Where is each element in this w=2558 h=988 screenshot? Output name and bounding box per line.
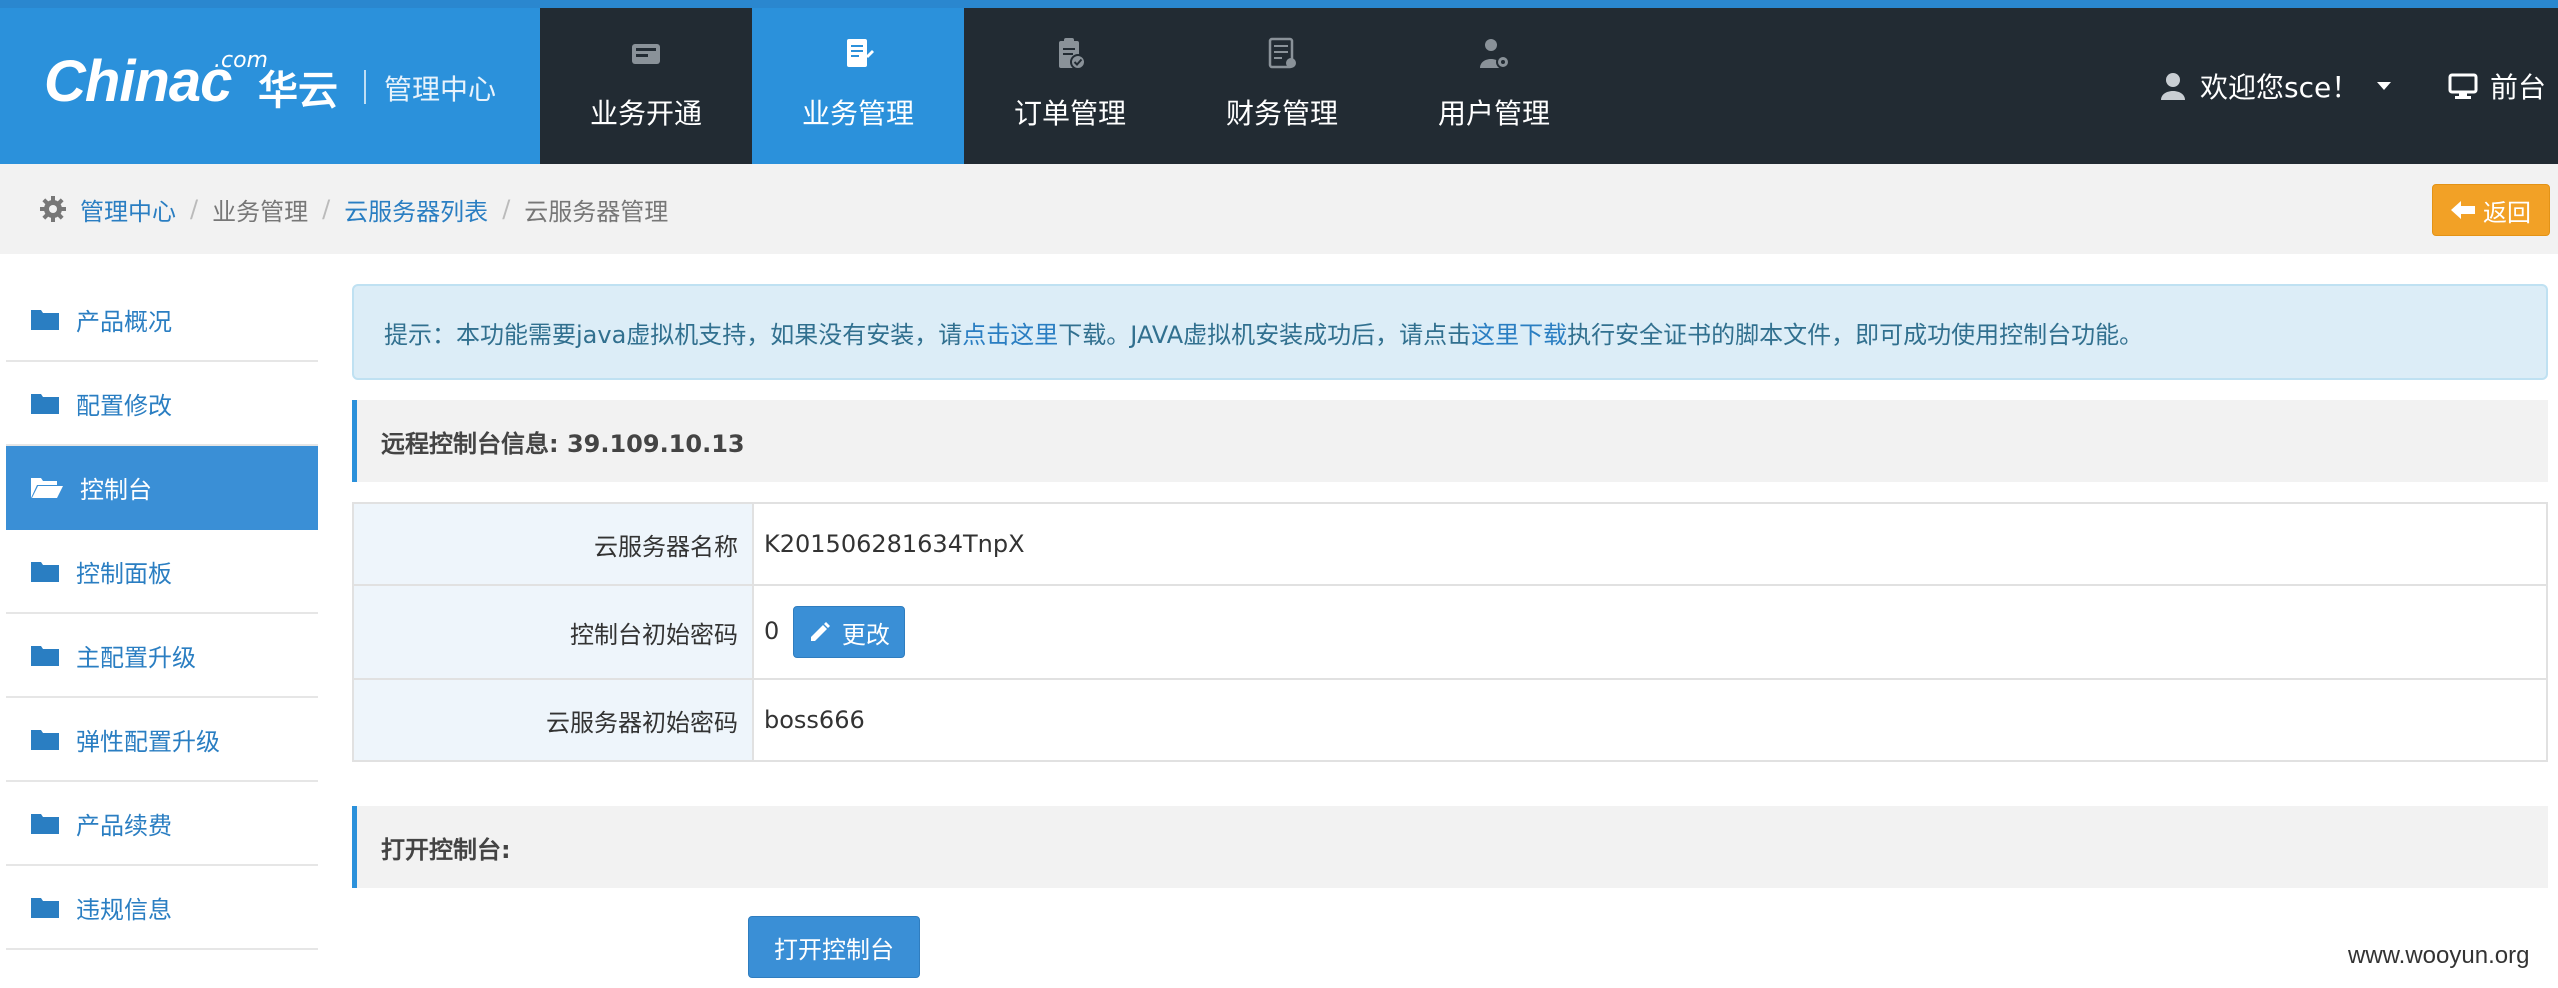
table-row: 控制台初始密码 0 更改 — [352, 584, 2548, 680]
folder-icon — [31, 562, 59, 582]
top-header: Chinac .com 华云 管理中心 业务开通 业务管理 订单管理 财务管理 … — [0, 8, 2558, 164]
console-password-value: 0 — [764, 617, 780, 645]
sidebar: 产品概况 配置修改 控制台 控制面板 主配置升级 弹性配置升级 产品续费 违规信… — [6, 278, 318, 950]
folder-icon — [31, 814, 59, 834]
register-icon — [632, 44, 660, 64]
sidebar-item-console[interactable]: 控制台 — [6, 446, 318, 530]
main-nav: 业务开通 业务管理 订单管理 财务管理 用户管理 — [540, 8, 1600, 164]
folder-open-icon — [31, 478, 63, 498]
table-row: 云服务器名称 K201506281634TnpX — [352, 502, 2548, 586]
breadcrumb-level2: 业务管理 — [212, 197, 309, 226]
breadcrumb-separator: / — [190, 195, 199, 223]
document-edit-icon — [847, 39, 874, 67]
chevron-down-icon — [2377, 82, 2392, 90]
breadcrumb-bar: 管理中心 / 业务管理 / 云服务器列表 / 云服务器管理 — [0, 164, 2558, 254]
open-console-title: 打开控制台: — [381, 835, 511, 864]
java-notice: 提示：本功能需要java虚拟机支持，如果没有安装，请 点击这里 下载。JAVA虚拟机… — [352, 284, 2548, 380]
sidebar-item-label: 违规信息 — [76, 895, 172, 924]
server-password-value: boss666 — [752, 678, 2548, 762]
nav-item-business-manage[interactable]: 业务管理 — [752, 8, 964, 164]
brand-logo-cn: 华云 — [258, 68, 338, 114]
brand-logo: Chinac — [44, 49, 232, 114]
nav-item-finance-manage[interactable]: 财务管理 — [1176, 8, 1388, 164]
sidebar-item-label: 控制面板 — [76, 559, 172, 588]
server-name-value: K201506281634TnpX — [752, 502, 2548, 586]
ledger-icon — [1268, 37, 1296, 69]
console-info-table: 云服务器名称 K201506281634TnpX 控制台初始密码 0 更改 云服… — [352, 502, 2548, 762]
folder-icon — [31, 730, 59, 750]
sidebar-item-product-overview[interactable]: 产品概况 — [6, 278, 318, 362]
user-greeting: 欢迎您sce！ — [2200, 71, 2360, 104]
sidebar-item-config-modify[interactable]: 配置修改 — [6, 362, 318, 446]
watermark: www.wooyun.org — [2348, 942, 2530, 969]
brand-area[interactable]: Chinac .com 华云 管理中心 — [0, 8, 540, 164]
nav-item-order-manage[interactable]: 订单管理 — [964, 8, 1176, 164]
sidebar-item-label: 产品概况 — [76, 307, 172, 336]
sidebar-item-elastic-config-upgrade[interactable]: 弹性配置升级 — [6, 698, 318, 782]
nav-label: 订单管理 — [1013, 97, 1126, 130]
notice-suffix: 执行安全证书的脚本文件，即可成功使用控制台功能。 — [1567, 320, 2144, 349]
user-icon — [2161, 73, 2185, 100]
server-password-label: 云服务器初始密码 — [352, 678, 754, 762]
change-password-label: 更改 — [841, 620, 890, 649]
top-accent-line — [0, 0, 2558, 8]
sidebar-item-label: 控制台 — [80, 475, 152, 504]
open-console-button-label: 打开控制台 — [774, 935, 894, 964]
back-button-label: 返回 — [2483, 198, 2531, 227]
arrow-left-icon — [2451, 201, 2475, 219]
brand-subtitle: 管理中心 — [384, 73, 497, 106]
nav-label: 业务开通 — [589, 97, 702, 130]
remote-console-info-header: 远程控制台信息: 39.109.10.13 — [352, 400, 2548, 482]
nav-label: 财务管理 — [1225, 97, 1338, 130]
remote-console-info-title: 远程控制台信息: 39.109.10.13 — [381, 429, 745, 458]
monitor-icon — [2448, 73, 2478, 99]
user-settings-icon — [1480, 39, 1510, 69]
console-password-cell: 0 更改 — [752, 584, 2548, 680]
server-name-label: 云服务器名称 — [352, 502, 754, 586]
notice-link-download-jvm[interactable]: 点击这里 — [962, 315, 1058, 350]
nav-item-business-open[interactable]: 业务开通 — [540, 8, 752, 164]
table-row: 云服务器初始密码 boss666 — [352, 678, 2548, 762]
nav-item-user-manage[interactable]: 用户管理 — [1388, 8, 1600, 164]
notice-middle: 下载。JAVA虚拟机安装成功后，请点击 — [1058, 320, 1472, 349]
gear-icon — [40, 196, 66, 222]
user-menu[interactable]: 欢迎您sce！ — [2160, 8, 2392, 164]
sidebar-item-product-renewal[interactable]: 产品续费 — [6, 782, 318, 866]
breadcrumb-home[interactable]: 管理中心 — [80, 192, 176, 227]
pencil-icon — [810, 622, 830, 641]
sidebar-item-label: 主配置升级 — [76, 643, 196, 672]
open-console-button[interactable]: 打开控制台 — [748, 916, 920, 978]
notice-prefix: 提示：本功能需要java虚拟机支持，如果没有安装，请 — [384, 320, 963, 349]
folder-icon — [31, 310, 59, 330]
sidebar-item-label: 配置修改 — [76, 391, 172, 420]
sidebar-item-label: 产品续费 — [76, 811, 172, 840]
open-console-header: 打开控制台: — [352, 806, 2548, 888]
back-button[interactable]: 返回 — [2432, 184, 2550, 236]
sidebar-item-main-config-upgrade[interactable]: 主配置升级 — [6, 614, 318, 698]
front-link[interactable]: 前台 — [2448, 8, 2546, 164]
folder-icon — [31, 646, 59, 666]
console-password-label: 控制台初始密码 — [352, 584, 754, 680]
notice-link-download-cert[interactable]: 这里下载 — [1471, 315, 1567, 350]
nav-label: 业务管理 — [801, 97, 914, 130]
clipboard-check-icon — [1059, 38, 1086, 70]
change-password-button[interactable]: 更改 — [792, 606, 905, 658]
breadcrumb: 管理中心 / 业务管理 / 云服务器列表 / 云服务器管理 — [38, 164, 668, 254]
nav-label: 用户管理 — [1437, 97, 1550, 130]
front-label: 前台 — [2490, 71, 2547, 104]
sidebar-item-label: 弹性配置升级 — [76, 727, 220, 756]
sidebar-item-violation-info[interactable]: 违规信息 — [6, 866, 318, 950]
sidebar-item-control-panel[interactable]: 控制面板 — [6, 530, 318, 614]
folder-icon — [31, 394, 59, 414]
breadcrumb-level3[interactable]: 云服务器列表 — [344, 192, 488, 227]
breadcrumb-current: 云服务器管理 — [524, 197, 669, 226]
folder-icon — [31, 898, 59, 918]
breadcrumb-separator: / — [502, 195, 511, 223]
brand-separator — [364, 70, 366, 104]
breadcrumb-separator: / — [322, 195, 331, 223]
